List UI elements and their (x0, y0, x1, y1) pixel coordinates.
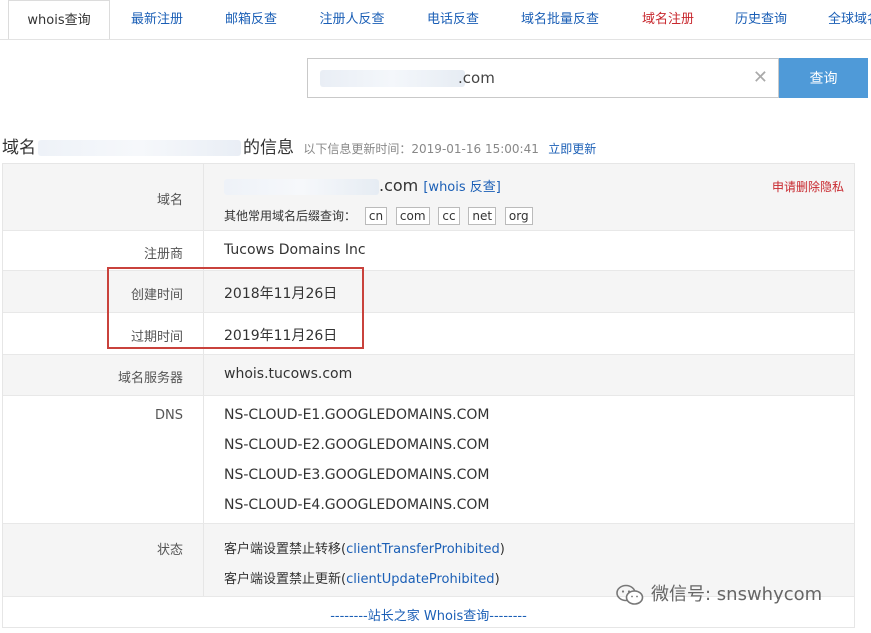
status-code-link[interactable]: clientUpdateProhibited (346, 572, 494, 587)
clear-icon[interactable]: ✕ (753, 67, 768, 88)
label-name-server: 域名服务器 (117, 371, 183, 386)
tab-latest-registered[interactable]: 最新注册 (116, 0, 198, 39)
status-close: ) (499, 542, 505, 557)
tab-phone-reverse[interactable]: 电话反查 (412, 0, 494, 39)
row-registrar: 注册商 Tucows Domains Inc (3, 231, 854, 271)
suffix-cn[interactable]: cn (364, 207, 388, 225)
search-button[interactable]: 查询 (779, 58, 868, 98)
tab-whois[interactable]: whois查询 (8, 0, 110, 39)
tab-bar: whois查询 最新注册 邮箱反查 注册人反查 电话反查 域名批量反查 域名注册… (0, 0, 871, 40)
row-domain: 域名 .com [whois 反查] 申请删除隐私 其他常用域名后缀查询： cn… (3, 164, 854, 231)
domain-suffix: .com (379, 176, 419, 195)
domain-value: .com [whois 反查] (224, 176, 501, 195)
request-privacy-removal-link[interactable]: 申请删除隐私 (772, 178, 844, 195)
label-registrar: 注册商 (143, 247, 183, 262)
label-dns: DNS (155, 408, 183, 423)
page-title: 域名 的信息 以下信息更新时间：2019-01-16 15:00:41 立即更新 (2, 133, 596, 158)
status-code-link[interactable]: clientTransferProhibited (346, 542, 500, 557)
suffix-com[interactable]: com (395, 207, 430, 225)
row-dns: DNS NS-CLOUD-E1.GOOGLEDOMAINS.COM NS-CLO… (3, 396, 854, 524)
search-input[interactable]: .com (458, 69, 495, 87)
wechat-icon (616, 584, 644, 605)
date-highlight-box (107, 267, 364, 349)
suffix-prompt: 其他常用域名后缀查询： (224, 209, 357, 223)
search-field[interactable]: .com ✕ (307, 58, 779, 98)
suffix-query: 其他常用域名后缀查询： cn com cc net org (224, 207, 533, 225)
update-time: 以下信息更新时间：2019-01-16 15:00:41 (303, 142, 539, 156)
tab-global-domains[interactable]: 全球域名 (816, 0, 871, 39)
registrar-value: Tucows Domains Inc (224, 242, 366, 258)
whois-info-table: 域名 .com [whois 反查] 申请删除隐私 其他常用域名后缀查询： cn… (2, 163, 855, 628)
update-now-link[interactable]: 立即更新 (548, 142, 596, 156)
tab-registrant-reverse[interactable]: 注册人反查 (306, 0, 398, 39)
suffix-cc[interactable]: cc (438, 207, 460, 225)
redacted-domain-mask (224, 178, 379, 195)
status-text: 客户端设置禁止更新( (224, 572, 347, 587)
dns-value-1: NS-CLOUD-E1.GOOGLEDOMAINS.COM (224, 407, 490, 423)
wechat-watermark: 微信号: snswhycom (615, 580, 822, 606)
watermark-text: 微信号: snswhycom (651, 584, 823, 605)
dns-value-2: NS-CLOUD-E2.GOOGLEDOMAINS.COM (224, 437, 490, 453)
dns-value-3: NS-CLOUD-E3.GOOGLEDOMAINS.COM (224, 467, 490, 483)
suffix-org[interactable]: org (504, 207, 533, 225)
status-item-1: 客户端设置禁止转移(clientTransferProhibited) (224, 538, 505, 557)
redacted-domain-mask (320, 70, 465, 87)
dns-value-4: NS-CLOUD-E4.GOOGLEDOMAINS.COM (224, 497, 490, 513)
heading-prefix: 域名 (2, 138, 36, 158)
row-name-server: 域名服务器 whois.tucows.com (3, 355, 854, 396)
heading-suffix: 的信息 (243, 138, 294, 158)
label-status: 状态 (156, 543, 183, 558)
tab-domain-register[interactable]: 域名注册 (628, 0, 708, 39)
chinaz-whois-link[interactable]: --------站长之家 Whois查询-------- (3, 605, 854, 624)
suffix-net[interactable]: net (468, 207, 497, 225)
status-close: ) (494, 572, 500, 587)
status-text: 客户端设置禁止转移( (224, 542, 347, 557)
tab-email-reverse[interactable]: 邮箱反查 (210, 0, 292, 39)
tab-batch-reverse[interactable]: 域名批量反查 (508, 0, 612, 39)
redacted-domain-mask (38, 140, 241, 156)
whois-reverse-link[interactable]: [whois 反查] (423, 180, 501, 195)
status-item-2: 客户端设置禁止更新(clientUpdateProhibited) (224, 568, 500, 587)
label-domain: 域名 (156, 193, 183, 208)
name-server-value: whois.tucows.com (224, 366, 353, 382)
tab-history[interactable]: 历史查询 (722, 0, 800, 39)
